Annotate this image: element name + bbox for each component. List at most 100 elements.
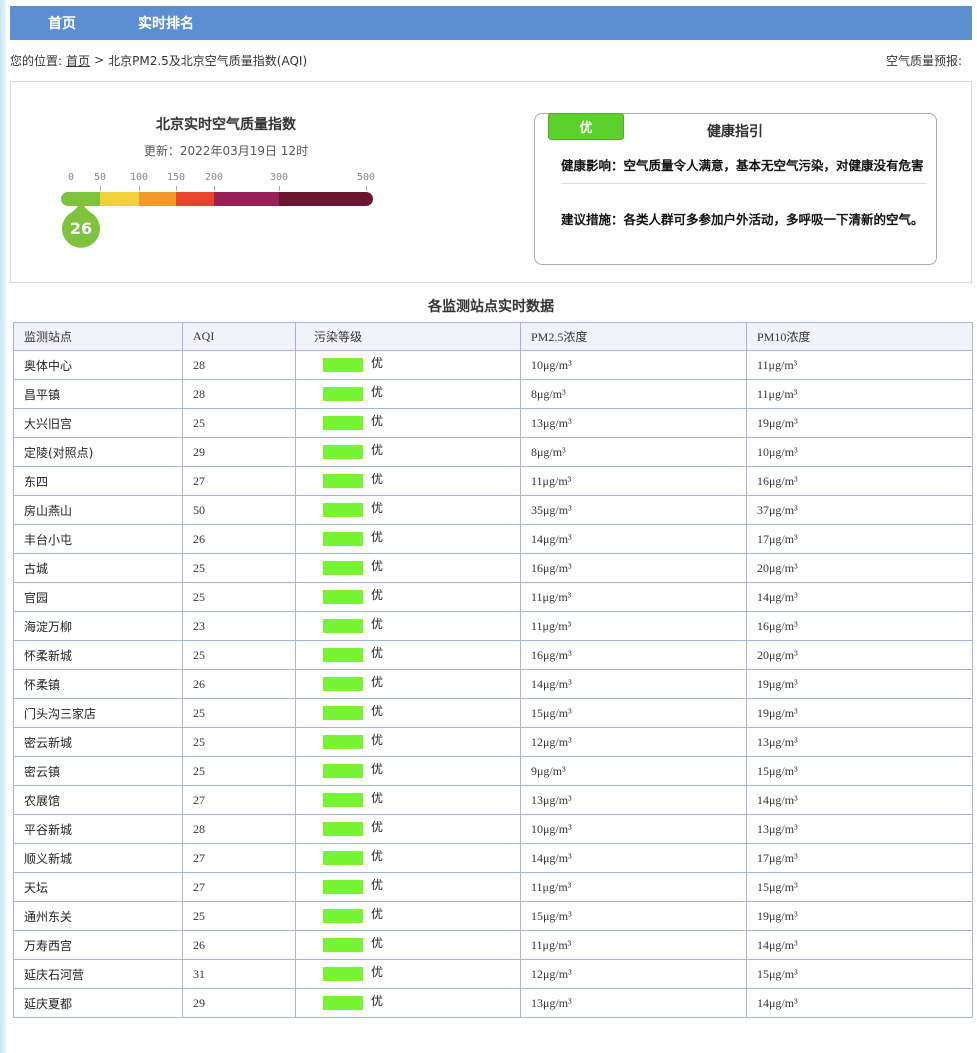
aqi-cell: 25 (182, 640, 296, 670)
scale-tick-label: 0 (67, 172, 75, 183)
level-label: 优 (371, 964, 384, 979)
level-cell: 优 (295, 843, 521, 873)
level-color-swatch (323, 503, 363, 517)
aqi-cell: 27 (182, 466, 296, 496)
station-name-cell: 怀柔镇 (13, 669, 183, 699)
nav-ranking-link[interactable]: 实时排名 (138, 13, 194, 33)
level-color-swatch (323, 532, 363, 546)
level-label: 优 (371, 761, 384, 776)
aqi-cell: 26 (182, 669, 296, 699)
station-name-cell: 大兴旧宫 (13, 408, 183, 438)
level-label: 优 (371, 848, 384, 863)
scale-tick-mark (366, 186, 367, 191)
pm10-cell: 11μg/m³ (746, 379, 973, 409)
level-color-swatch (323, 793, 363, 807)
level-cell: 优 (295, 582, 521, 612)
stations-table-title: 各监测站点实时数据 (428, 299, 554, 315)
level-label: 优 (371, 500, 384, 515)
scale-tick-label: 500 (356, 172, 376, 183)
health-guide-title: 健康指引 (707, 124, 763, 140)
level-cell: 优 (295, 437, 521, 467)
pm10-cell: 17μg/m³ (746, 524, 973, 554)
aqi-cell: 27 (182, 843, 296, 873)
station-name-cell: 平谷新城 (13, 814, 183, 844)
table-row: 古城 25 优 16μg/m³ 20μg/m³ (13, 553, 973, 583)
scale-tick-label: 300 (269, 172, 289, 183)
aqi-cell: 28 (182, 350, 296, 380)
level-cell: 优 (295, 379, 521, 409)
station-name-cell: 丰台小屯 (13, 524, 183, 554)
station-name-cell: 定陵(对照点) (13, 437, 183, 467)
pm10-cell: 20μg/m³ (746, 640, 973, 670)
health-guide-box: 优 健康指引 健康影响：空气质量令人满意，基本无空气污染，对健康没有危害 建议措… (534, 113, 937, 265)
table-row: 大兴旧宫 25 优 13μg/m³ 19μg/m³ (13, 408, 973, 438)
scale-tick-label: 150 (166, 172, 186, 183)
level-label: 优 (371, 674, 384, 689)
aqi-cell: 25 (182, 727, 296, 757)
pm25-cell: 13μg/m³ (520, 785, 747, 815)
level-label: 优 (371, 703, 384, 718)
pm25-cell: 9μg/m³ (520, 756, 747, 786)
table-row: 官园 25 优 11μg/m³ 14μg/m³ (13, 582, 973, 612)
level-label: 优 (371, 616, 384, 631)
scale-tick-mark (100, 186, 101, 191)
aqi-cell: 29 (182, 988, 296, 1018)
table-header-row: 监测站点 AQI 污染等级 PM2.5浓度 PM10浓度 (13, 322, 973, 351)
level-cell: 优 (295, 466, 521, 496)
aqi-title: 北京实时空气质量指数 (156, 117, 296, 133)
table-row: 农展馆 27 优 13μg/m³ 14μg/m³ (13, 785, 973, 815)
aqi-cell: 26 (182, 524, 296, 554)
level-label: 优 (371, 471, 384, 486)
pm25-cell: 14μg/m³ (520, 843, 747, 873)
scale-tick-label: 200 (204, 172, 224, 183)
level-cell: 优 (295, 408, 521, 438)
pm25-cell: 35μg/m³ (520, 495, 747, 525)
table-row: 奥体中心 28 优 10μg/m³ 11μg/m³ (13, 350, 973, 380)
level-label: 优 (371, 355, 384, 370)
forecast-label[interactable]: 空气质量预报: (886, 52, 962, 69)
aqi-value: 26 (69, 219, 93, 238)
pm10-cell: 16μg/m³ (746, 611, 973, 641)
level-cell: 优 (295, 350, 521, 380)
nav-home-link[interactable]: 首页 (48, 13, 76, 33)
pm25-cell: 13μg/m³ (520, 988, 747, 1018)
level-color-swatch (323, 909, 363, 923)
level-color-swatch (323, 474, 363, 488)
station-name-cell: 房山燕山 (13, 495, 183, 525)
pm10-cell: 19μg/m³ (746, 901, 973, 931)
aqi-cell: 27 (182, 872, 296, 902)
aqi-update-time: 更新：2022年03月19日 12时 (143, 144, 309, 158)
aqi-cell: 28 (182, 379, 296, 409)
level-color-swatch (323, 735, 363, 749)
pm25-cell: 15μg/m³ (520, 901, 747, 931)
level-label: 优 (371, 877, 384, 892)
station-name-cell: 海淀万柳 (13, 611, 183, 641)
aqi-cell: 29 (182, 437, 296, 467)
level-color-swatch (323, 445, 363, 459)
level-label: 优 (371, 587, 384, 602)
level-cell: 优 (295, 901, 521, 931)
level-label: 优 (371, 993, 384, 1008)
pm25-cell: 16μg/m³ (520, 640, 747, 670)
level-cell: 优 (295, 814, 521, 844)
pm25-cell: 11μg/m³ (520, 582, 747, 612)
level-color-swatch (323, 764, 363, 778)
station-name-cell: 万寿西宫 (13, 930, 183, 960)
station-name-cell: 农展馆 (13, 785, 183, 815)
aqi-value-marker: 26 (61, 199, 101, 249)
table-row: 丰台小屯 26 优 14μg/m³ 17μg/m³ (13, 524, 973, 554)
station-name-cell: 官园 (13, 582, 183, 612)
level-color-swatch (323, 677, 363, 691)
breadcrumb-home-link[interactable]: 首页 (66, 52, 90, 69)
header-pm25: PM2.5浓度 (520, 322, 747, 351)
station-name-cell: 怀柔新城 (13, 640, 183, 670)
level-cell: 优 (295, 553, 521, 583)
level-color-swatch (323, 822, 363, 836)
scale-tick-mark (279, 186, 280, 191)
station-name-cell: 昌平镇 (13, 379, 183, 409)
aqi-cell: 28 (182, 814, 296, 844)
table-row: 通州东关 25 优 15μg/m³ 19μg/m³ (13, 901, 973, 931)
level-cell: 优 (295, 698, 521, 728)
level-color-swatch (323, 416, 363, 430)
pm10-cell: 15μg/m³ (746, 959, 973, 989)
